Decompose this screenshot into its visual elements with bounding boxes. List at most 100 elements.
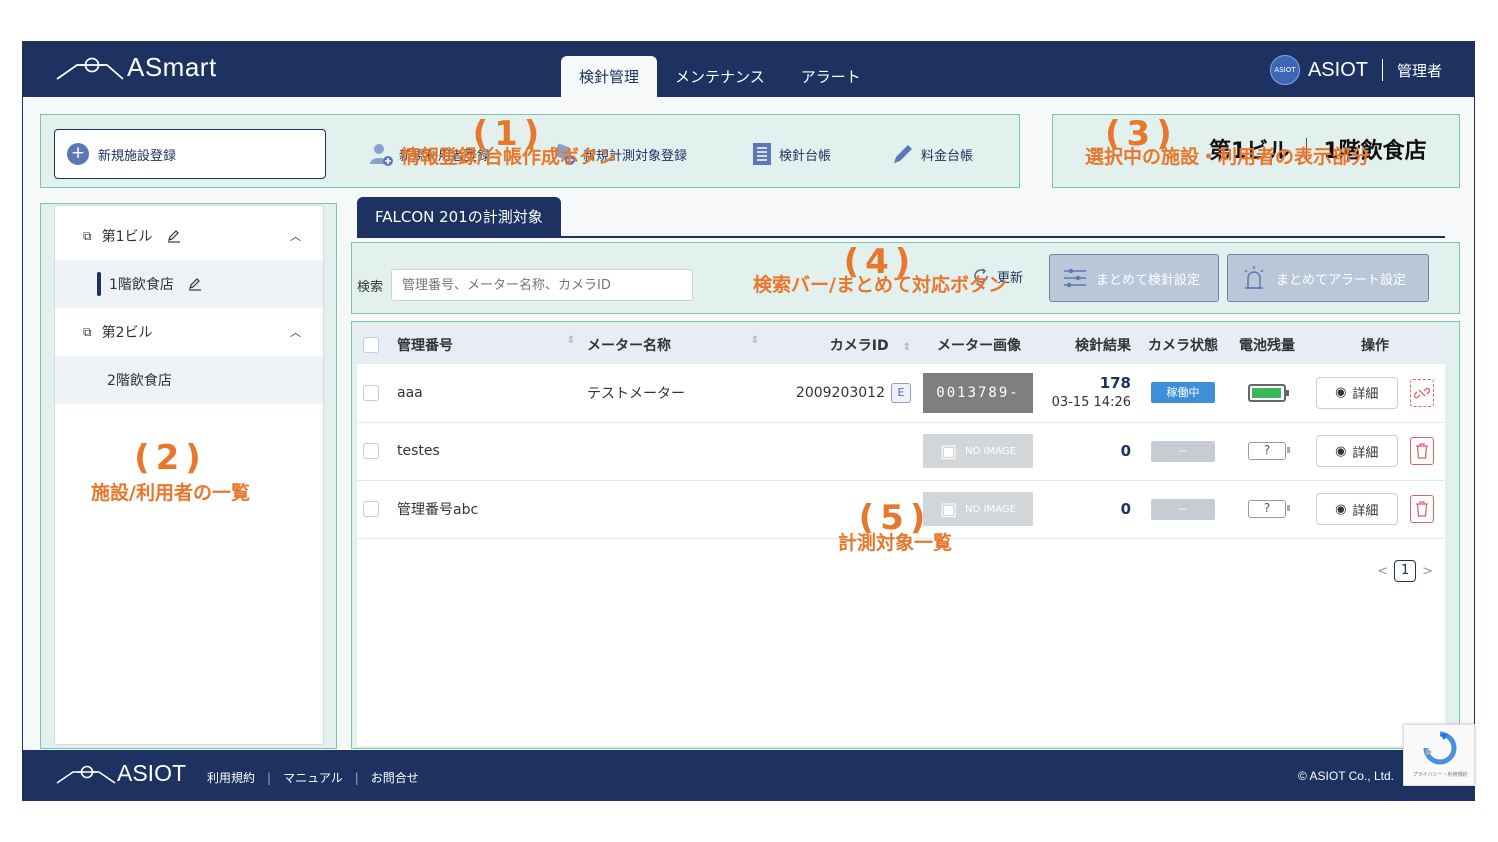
divider (1381, 59, 1383, 81)
reading-ledger-label: 検針台帳 (779, 148, 832, 164)
column-header[interactable]: メーター名称 (587, 338, 671, 354)
manual-link[interactable]: マニュアル (283, 769, 343, 786)
column-header[interactable]: 管理番号 (397, 338, 453, 354)
app-logo[interactable]: ASmart (55, 52, 217, 83)
reading-value: 178 (1099, 373, 1131, 392)
detail-label: 詳細 (1352, 503, 1379, 519)
selected-indicator (97, 272, 101, 296)
sidebar-item-facility-2[interactable]: ⧉ 第2ビル ︿ (55, 308, 323, 356)
user-menu[interactable]: ASIOT ASIOT 管理者 (1269, 55, 1442, 85)
terms-link[interactable]: 利用規約 (207, 769, 255, 786)
eye-icon: ◉ (1335, 501, 1347, 517)
sidebar-item-user-2[interactable]: 2階飲食店 (55, 356, 323, 404)
tab-reading[interactable]: 検針管理 (561, 56, 658, 97)
recaptcha-badge[interactable]: プライバシー・利用規約 (1403, 724, 1475, 786)
table-header-row: 管理番号 ⇕ メーター名称 ⇕ カメラID ⇕ メーター画像 検針結果 カメラ状態 電… (357, 326, 1445, 364)
pencil-icon (894, 145, 912, 163)
cell-meter (581, 480, 765, 539)
footer: ASIOT 利用規約 | マニュアル | お問合せ © ASIOT Co., L… (23, 750, 1474, 800)
sort-icon[interactable]: ⇕ (903, 342, 911, 353)
row-checkbox[interactable] (363, 443, 379, 459)
divider: | (267, 770, 272, 785)
add-user-icon (370, 144, 393, 166)
no-image-label: NO IMAGE (965, 503, 1016, 515)
cell-id: 管理番号abc (391, 480, 581, 539)
next-page-icon[interactable]: > (1422, 564, 1433, 579)
chevron-up-icon[interactable]: ︿ (290, 228, 301, 244)
column-header: 操作 (1361, 338, 1389, 354)
bulk-reading-label: まとめて検針設定 (1096, 272, 1201, 288)
delete-button[interactable] (1410, 495, 1435, 523)
detail-button[interactable]: ◉ 詳細 (1315, 376, 1398, 409)
reading-value: 0 (1120, 442, 1131, 460)
delete-button[interactable] (1410, 437, 1435, 465)
chevron-up-icon[interactable]: ︿ (290, 324, 301, 340)
annotation-2: (2) 施設/利用者の一覧 (91, 438, 250, 504)
table-row[interactable]: testes ▣ NO IMAGE 0 － ? ◉ 詳細 (357, 422, 1445, 481)
edit-icon[interactable] (167, 229, 181, 243)
trash-icon (1416, 501, 1429, 517)
detail-button[interactable]: ◉ 詳細 (1315, 435, 1398, 467)
annotation-3: (3) 選択中の施設・利用者の表示部分 (1085, 114, 1371, 168)
user-role: 管理者 (1396, 61, 1442, 80)
reading-ledger-button[interactable]: 検針台帳 (751, 142, 831, 166)
row-checkbox[interactable] (363, 384, 379, 401)
logo-text: ASmart (127, 52, 217, 82)
bulk-reading-button[interactable]: まとめて検針設定 (1049, 254, 1219, 302)
avatar: ASIOT (1269, 55, 1300, 85)
sidebar-item-label: 第1ビル (101, 229, 153, 245)
battery-unknown: ? (1248, 500, 1290, 518)
select-all-checkbox[interactable] (363, 337, 379, 353)
unlink-button[interactable] (1410, 378, 1435, 407)
status-badge: － (1151, 498, 1215, 520)
prev-page-icon[interactable]: < (1377, 564, 1388, 579)
logo-mark-icon (56, 57, 124, 80)
page-number[interactable]: 1 (1394, 560, 1417, 582)
annotation-4: (4) 検索バー/まとめて対応ボタン (753, 242, 1007, 296)
building-icon: ⧉ (83, 228, 92, 243)
user-name: ASIOT (1307, 58, 1368, 81)
logo-mark-icon (56, 765, 116, 784)
image-icon: ▣ (940, 440, 958, 462)
tab-maintenance[interactable]: メンテナンス (657, 56, 783, 97)
search-input[interactable] (391, 269, 694, 301)
annotation-5: (5) 計測対象一覧 (838, 498, 953, 554)
top-header: ASmart 検針管理 メンテナンス アラート ASIOT ASIOT 管理者 (23, 42, 1474, 97)
column-header: カメラ状態 (1148, 338, 1218, 354)
camera-badge: E (891, 382, 911, 403)
table-row[interactable]: aaa テストメーター 2009203012 E 0013789- 178 03-1… (357, 364, 1445, 423)
recaptcha-text: プライバシー・利用規約 (1412, 772, 1468, 778)
sliders-icon (1064, 268, 1086, 288)
trash-icon (1416, 443, 1429, 459)
column-header: 電池残量 (1239, 338, 1295, 354)
sidebar-item-label: 1階飲食店 (109, 277, 174, 293)
sort-icon[interactable]: ⇕ (751, 335, 759, 346)
cell-camera (765, 422, 917, 481)
contact-link[interactable]: お問合せ (371, 769, 419, 786)
no-image-label: NO IMAGE (965, 445, 1016, 457)
footer-logo-text: ASIOT (117, 760, 187, 786)
tab-alert[interactable]: アラート (783, 56, 879, 97)
sidebar-item-label: 2階飲食店 (107, 373, 172, 389)
meter-image[interactable]: 0013789- (923, 372, 1033, 413)
tab-underline (357, 236, 1445, 238)
sidebar-item-user-1[interactable]: 1階飲食店 (55, 260, 323, 308)
row-checkbox[interactable] (363, 501, 379, 517)
sort-icon[interactable]: ⇕ (567, 335, 575, 346)
detail-label: 詳細 (1352, 387, 1379, 403)
sidebar-item-facility-1[interactable]: ⧉ 第1ビル ︿ (55, 212, 323, 260)
new-facility-button[interactable]: + 新規施設登録 (54, 129, 326, 179)
search-bar: 検索 (357, 269, 694, 301)
reading-time: 03-15 14:26 (1051, 394, 1131, 410)
app-frame: ASmart 検針管理 メンテナンス アラート ASIOT ASIOT 管理者 … (22, 41, 1475, 801)
column-header: 検針結果 (1075, 338, 1131, 354)
battery-icon (1248, 383, 1289, 402)
edit-icon[interactable] (188, 277, 202, 291)
tab-measurement-targets[interactable]: FALCON 201の計測対象 (357, 197, 561, 237)
detail-button[interactable]: ◉ 詳細 (1315, 493, 1398, 525)
search-label: 検索 (357, 279, 384, 295)
bulk-alert-button[interactable]: まとめてアラート設定 (1227, 254, 1429, 302)
fee-ledger-button[interactable]: 料金台帳 (891, 142, 973, 166)
footer-logo[interactable]: ASIOT (55, 760, 186, 787)
column-header[interactable]: カメラID (830, 338, 889, 354)
